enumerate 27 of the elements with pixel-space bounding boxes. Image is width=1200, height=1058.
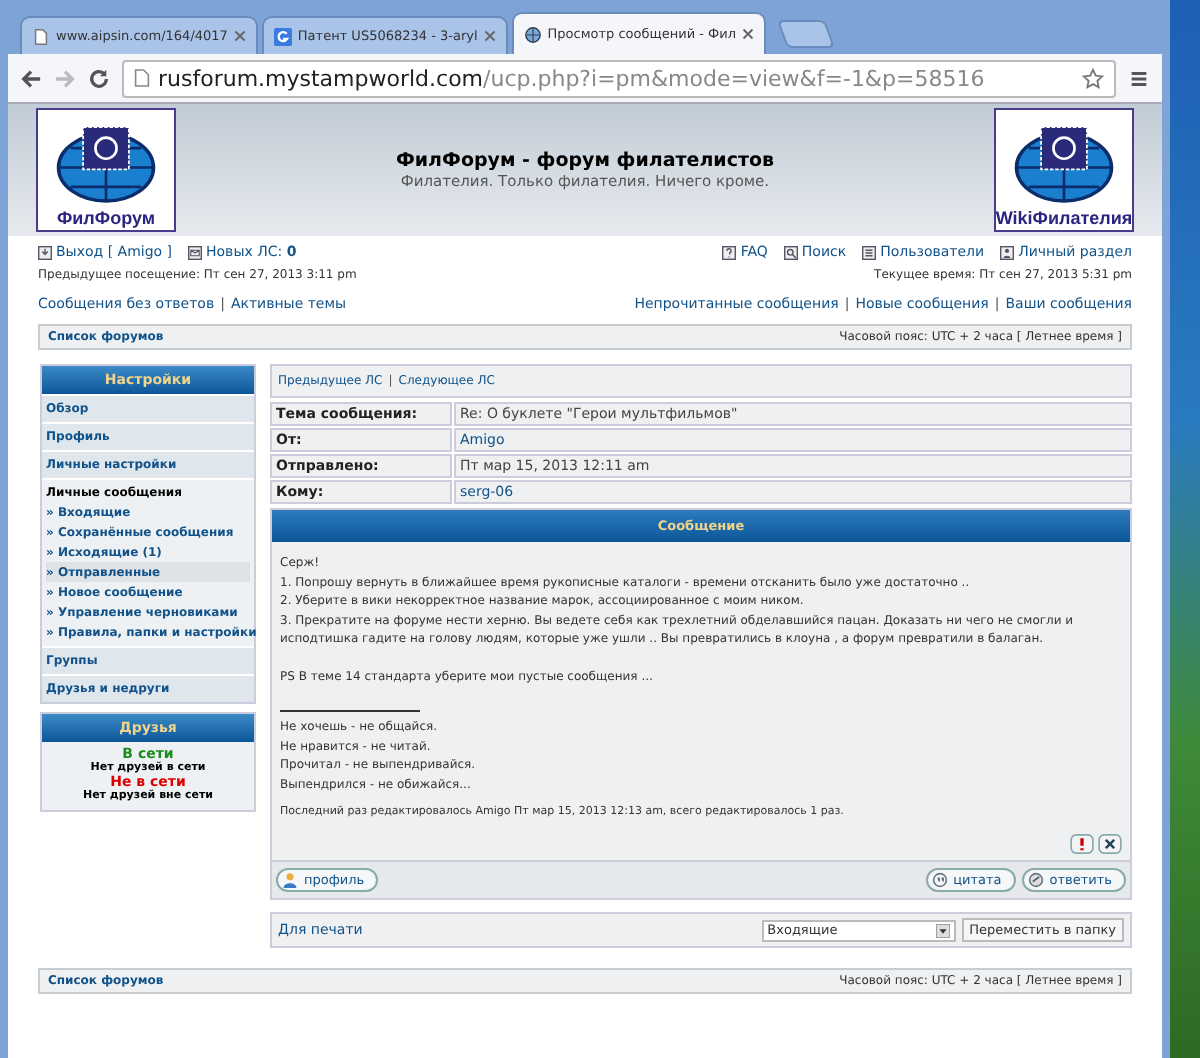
bookmark-star-icon[interactable] [1082,67,1104,89]
close-icon[interactable] [742,28,755,40]
dropdown-arrow-icon [935,923,950,937]
google-favicon-icon [273,27,292,45]
close-icon[interactable] [483,30,496,42]
address-field[interactable]: rusforum.mystampworld.com/ucp.php?i=pm&mode=view&f=-1&p=58516 [122,59,1116,97]
reload-icon[interactable] [88,67,110,89]
forum-logo[interactable]: ФилФорум [36,108,176,232]
person-icon [282,872,298,888]
pencil-icon [1027,872,1044,888]
search-icon [783,245,798,259]
quote-icon [931,872,948,888]
person-icon [1000,245,1015,259]
question-icon [722,245,737,259]
logout-icon [38,245,52,259]
page-icon [134,68,150,88]
list-icon [862,245,877,259]
page-favicon-icon [32,27,50,45]
back-arrow-icon[interactable] [20,67,42,89]
close-icon[interactable] [233,30,246,42]
envelope-icon [188,245,203,259]
globe-favicon-icon [523,25,542,43]
delete-icon[interactable] [1098,834,1122,854]
wiki-logo[interactable]: WikiФилателия [993,108,1134,232]
report-icon[interactable] [1070,834,1094,854]
site-title: ФилФорум - форум филателистов [395,150,774,172]
menu-icon[interactable] [1128,67,1150,89]
